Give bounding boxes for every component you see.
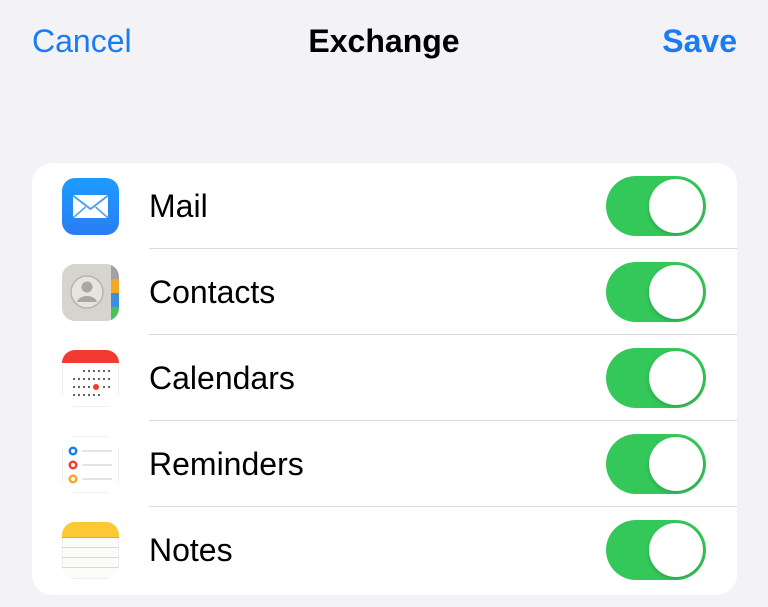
contacts-icon <box>62 264 119 321</box>
toggle-knob <box>649 179 703 233</box>
list-item-mail: Mail <box>32 163 737 249</box>
list-item-notes: Notes <box>32 507 737 593</box>
list-item-contacts: Contacts <box>32 249 737 335</box>
toggle-knob <box>649 351 703 405</box>
account-services-list: Mail Contacts Calendars Reminders Notes <box>32 163 737 595</box>
list-item-label: Notes <box>149 532 233 568</box>
list-item-calendars: Calendars <box>32 335 737 421</box>
toggle-knob <box>649 265 703 319</box>
list-item-label: Contacts <box>149 274 276 310</box>
calendar-icon <box>62 350 119 407</box>
contacts-toggle[interactable] <box>606 262 706 322</box>
mail-toggle[interactable] <box>606 176 706 236</box>
notes-icon <box>62 522 119 579</box>
navigation-bar: Cancel Exchange Save <box>0 0 768 84</box>
reminders-icon <box>62 436 119 493</box>
reminders-toggle[interactable] <box>606 434 706 494</box>
list-item-label: Calendars <box>149 360 295 396</box>
toggle-knob <box>649 437 703 491</box>
list-item-label: Reminders <box>149 446 304 482</box>
list-item-reminders: Reminders <box>32 421 737 507</box>
mail-icon <box>62 178 119 235</box>
notes-toggle[interactable] <box>606 520 706 580</box>
cancel-button[interactable]: Cancel <box>32 21 132 61</box>
calendars-toggle[interactable] <box>606 348 706 408</box>
list-item-label: Mail <box>149 188 208 224</box>
save-button[interactable]: Save <box>662 21 737 61</box>
toggle-knob <box>649 523 703 577</box>
